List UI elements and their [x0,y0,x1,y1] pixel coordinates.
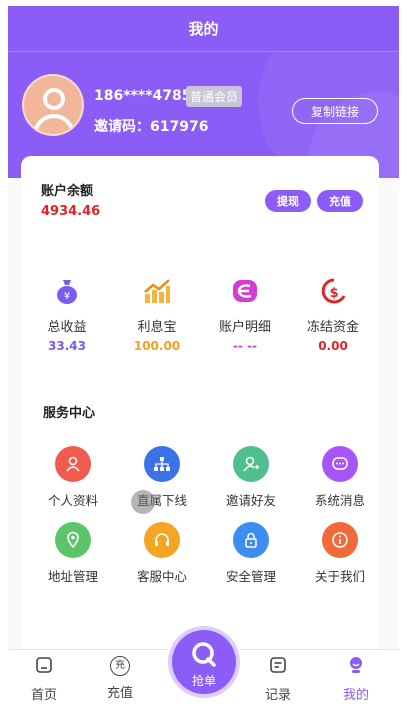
service-about-us[interactable]: 关于我们 [300,522,380,585]
recharge-icon: 充 [110,656,130,676]
service-personal-info[interactable]: 个人资料 [33,446,113,509]
message-icon [322,446,358,482]
balance-label: 账户余额 [41,184,94,199]
service-customer-support[interactable]: 客服中心 [122,522,202,585]
add-user-icon [233,446,269,482]
grab-icon [192,642,216,667]
tab-mine-label: 我的 [342,688,369,703]
invite-code: 邀请码：617976 [94,119,209,135]
user-phone: 186****4785 [94,88,192,104]
user-icon [55,446,91,482]
page-title-text: 我的 [188,20,219,38]
stat-label: 账户明细 [218,320,271,335]
stat-value: -- -- [232,339,258,353]
home-icon [36,657,52,673]
touch-ripple [131,490,155,514]
avatar[interactable] [22,74,84,136]
stat-account-detail[interactable]: 账户明细 -- -- [205,276,285,353]
tab-home[interactable]: 首页 [14,656,74,703]
tab-records-label: 记录 [264,688,291,703]
tab-recharge[interactable]: 充 充值 [90,656,150,701]
copy-link-button[interactable]: 复制链接 [292,98,378,124]
frozen-funds-icon: $ [321,278,346,304]
account-detail-icon [233,280,257,302]
support-icon [144,522,180,558]
recharge-button[interactable]: 充值 [317,190,363,212]
service-label: 安全管理 [225,569,276,584]
member-level-badge: 普通会员 [186,86,243,107]
service-label: 地址管理 [47,569,98,584]
trend-chart-icon [144,279,170,303]
service-security[interactable]: 安全管理 [211,522,291,585]
withdraw-button[interactable]: 提现 [265,190,311,212]
grab-order-button[interactable]: 抢单 [172,630,236,694]
tab-mine[interactable]: 我的 [326,656,386,703]
stat-total-earnings[interactable]: ¥ 总收益 33.43 [27,276,107,353]
avatar-head-shape [43,88,65,110]
money-bag-icon: ¥ [57,280,77,304]
stat-frozen-funds[interactable]: $ 冻结资金 0.00 [293,276,373,353]
records-icon [270,657,286,673]
stat-label: 总收益 [47,320,87,335]
balance-value: 4934.46 [41,204,101,219]
page-title: 我的 [8,6,399,52]
tab-recharge-label: 充值 [106,686,133,701]
service-label: 邀请好友 [225,493,276,508]
tab-home-label: 首页 [30,688,57,703]
stat-value: 100.00 [133,339,181,353]
stat-label: 冻结资金 [306,320,359,335]
stat-value: 0.00 [318,339,348,353]
grab-button-label: 抢单 [191,674,216,688]
service-label: 系统消息 [314,493,365,508]
svg-text:¥: ¥ [64,291,70,302]
stat-interest[interactable]: 利息宝 100.00 [117,276,197,353]
info-icon [322,522,358,558]
account-card: 账户余额 4934.46 提现 充值 ¥ 总收益 33.43 利息宝 100.0… [21,156,379,704]
service-label: 关于我们 [314,569,365,584]
service-system-message[interactable]: 系统消息 [300,446,380,509]
service-invite-friends[interactable]: 邀请好友 [211,446,291,509]
app-frame: 我的 186****4785 普通会员 邀请码：617976 复制链接 账户余额… [8,6,399,709]
service-address[interactable]: 地址管理 [33,522,113,585]
profile-icon [350,657,362,673]
tab-records[interactable]: 记录 [248,656,308,703]
stat-label: 利息宝 [137,320,177,335]
stat-value: 33.43 [48,339,86,353]
location-icon [55,522,91,558]
org-chart-icon [144,446,180,482]
avatar-body-shape [33,114,75,134]
svg-text:$: $ [329,286,338,301]
service-label: 客服中心 [136,569,187,584]
lock-icon [233,522,269,558]
service-center-title: 服务中心 [43,406,96,421]
service-label: 个人资料 [47,493,98,508]
